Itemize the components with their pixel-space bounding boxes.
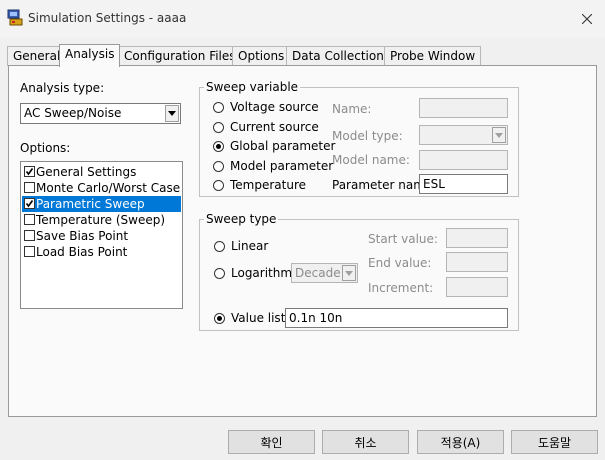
radio-current-source[interactable]: Current source [213,120,319,134]
log-scale-select[interactable]: Decade [291,263,358,283]
list-item-save-bias-point[interactable]: Save Bias Point [22,228,181,244]
chevron-down-icon[interactable] [342,265,356,281]
radio-value-list[interactable]: Value list [214,311,285,325]
list-item-label: Monte Carlo/Worst Case [36,181,181,195]
list-item-monte-carlo[interactable]: Monte Carlo/Worst Case [22,180,181,196]
increment-label: Increment: [368,281,434,295]
value-list-input[interactable]: 0.1n 10n [285,308,508,328]
tab-data-collection[interactable]: Data Collection [286,46,390,66]
radio-unselected-icon[interactable] [213,160,224,172]
radio-logarithmic[interactable]: Logarithmic [214,266,302,280]
radio-temperature[interactable]: Temperature [213,178,306,192]
list-item-label: Load Bias Point [36,245,128,259]
tab-probe-window[interactable]: Probe Window [384,46,482,66]
checkbox-unchecked-icon[interactable] [24,182,35,193]
cancel-button[interactable]: 취소 [322,430,409,454]
app-icon [7,9,23,27]
list-item-label: Save Bias Point [36,229,129,243]
analysis-type-value: AC Sweep/Noise [24,106,122,120]
options-label: Options: [20,141,71,155]
radio-unselected-icon[interactable] [213,101,224,113]
chevron-down-icon[interactable] [492,127,506,143]
radio-unselected-icon[interactable] [214,240,225,252]
tab-configuration-files[interactable]: Configuration Files [118,46,242,66]
tab-analysis[interactable]: Analysis [59,44,121,67]
list-item-temperature-sweep[interactable]: Temperature (Sweep) [22,212,181,228]
checkbox-unchecked-icon[interactable] [24,230,35,241]
tab-general[interactable]: General [7,46,67,66]
radio-label: Current source [230,120,319,134]
apply-button[interactable]: 적용(A) [417,430,504,454]
log-scale-value: Decade [295,266,341,280]
list-item-load-bias-point[interactable]: Load Bias Point [22,244,181,260]
radio-label: Linear [231,239,269,253]
model-type-label: Model type: [332,129,403,143]
radio-label: Global parameter [230,139,336,153]
radio-label: Model parameter [230,159,334,173]
sweep-type-title: Sweep type [204,212,279,226]
checkbox-unchecked-icon[interactable] [24,214,35,225]
analysis-type-label: Analysis type: [20,81,105,95]
end-value-label: End value: [368,256,432,270]
start-value-label: Start value: [368,232,438,246]
help-button[interactable]: 도움말 [511,430,598,454]
checkbox-checked-icon[interactable] [24,198,35,209]
list-item-general-settings[interactable]: General Settings [22,164,181,180]
chevron-down-icon[interactable] [165,105,179,122]
radio-model-parameter[interactable]: Model parameter [213,159,333,173]
radio-selected-icon[interactable] [213,140,224,152]
radio-linear[interactable]: Linear [214,239,268,253]
tab-options[interactable]: Options [232,46,291,66]
analysis-type-select[interactable]: AC Sweep/Noise [20,103,181,124]
model-name-label: Model name: [332,153,410,167]
title-bar: Simulation Settings - aaaa [0,0,605,38]
options-list[interactable]: General Settings Monte Carlo/Worst Case … [20,161,183,309]
name-input[interactable] [419,98,508,118]
increment-input[interactable] [446,277,508,297]
parameter-name-input[interactable]: ESL [419,174,508,194]
radio-voltage-source[interactable]: Voltage source [213,100,319,114]
start-value-input[interactable] [446,228,508,248]
radio-label: Temperature [230,178,307,192]
name-label: Name: [332,102,372,116]
model-type-select[interactable] [419,125,508,145]
radio-label: Voltage source [230,100,319,114]
radio-label: Value list [231,311,286,325]
list-item-label: Parametric Sweep [36,197,145,211]
end-value-input[interactable] [446,252,508,272]
radio-unselected-icon[interactable] [213,121,224,133]
ok-button[interactable]: 확인 [228,430,315,454]
radio-unselected-icon[interactable] [214,267,225,279]
close-button[interactable] [569,0,605,38]
list-item-label: Temperature (Sweep) [36,213,166,227]
list-item-label: General Settings [36,165,137,179]
model-name-input[interactable] [419,150,508,170]
sweep-variable-title: Sweep variable [204,80,301,94]
close-icon [582,14,592,24]
list-item-parametric-sweep[interactable]: Parametric Sweep [22,196,181,212]
radio-global-parameter[interactable]: Global parameter [213,139,335,153]
window-title: Simulation Settings - aaaa [28,11,187,25]
analysis-panel: Analysis type: AC Sweep/Noise Options: G… [8,65,597,417]
radio-selected-icon[interactable] [214,312,225,324]
checkbox-checked-icon[interactable] [24,166,35,177]
tab-bar: General Analysis Configuration Files Opt… [0,44,605,67]
radio-unselected-icon[interactable] [213,179,224,191]
checkbox-unchecked-icon[interactable] [24,246,35,257]
